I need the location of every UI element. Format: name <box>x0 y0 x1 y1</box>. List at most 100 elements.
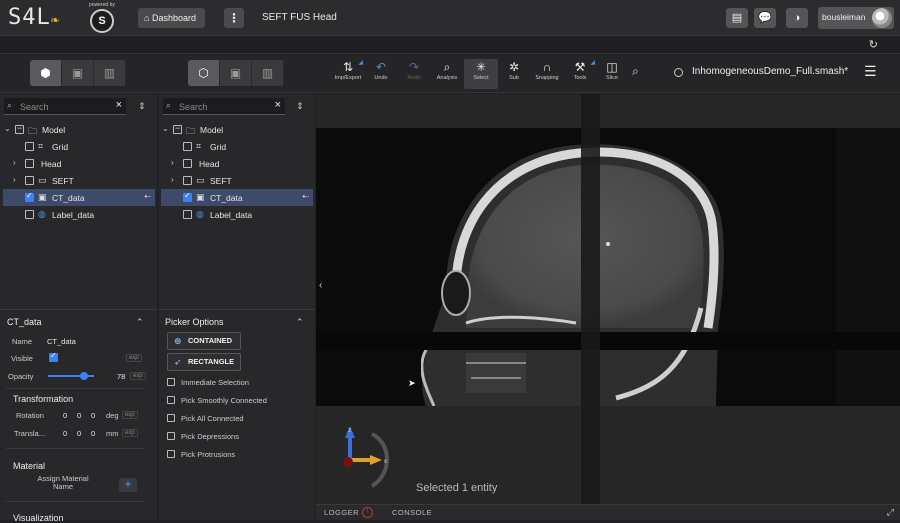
checkbox[interactable] <box>167 450 175 458</box>
checkbox[interactable] <box>183 191 192 202</box>
console-tab[interactable]: CONSOLE <box>392 508 432 517</box>
tree-search-input[interactable] <box>20 100 90 113</box>
checkbox[interactable] <box>183 159 192 168</box>
tool-imp-export[interactable]: ⇅ Imp/Export ◢ <box>331 59 365 89</box>
dashboard-button[interactable]: ⌂ Dashboard <box>138 8 205 28</box>
chevron-right-icon[interactable]: › <box>171 175 174 184</box>
tree-item-head[interactable]: › Head <box>0 155 150 172</box>
hamburger-menu-icon[interactable]: ☰ <box>864 63 877 80</box>
add-material-button[interactable]: + <box>119 478 137 492</box>
tree-item-label: Head <box>41 159 62 169</box>
checkbox[interactable] <box>183 142 192 151</box>
collapse-all-icon[interactable]: ⇕ <box>296 101 304 112</box>
tree-item-grid[interactable]: ⌗ Grid <box>159 138 309 155</box>
tool-slice[interactable]: ◫ Slice <box>595 59 629 89</box>
checkbox[interactable] <box>167 432 175 440</box>
visible-checkbox[interactable] <box>49 351 58 362</box>
rectangle-button[interactable]: ➶ RECTANGLE <box>167 353 241 371</box>
tool-tools[interactable]: ⚒ Tools ◢ <box>563 59 597 89</box>
opacity-slider-handle[interactable] <box>79 372 88 380</box>
clear-icon[interactable]: × <box>275 99 281 111</box>
exp-toggle[interactable]: exp <box>126 354 142 362</box>
ct-slice-image[interactable] <box>316 128 900 406</box>
chat-icon: 💬 <box>758 12 772 24</box>
tree-item-model[interactable]: ⌄ 🗀 Model <box>159 121 309 138</box>
checkbox[interactable] <box>183 210 192 219</box>
user-menu-button[interactable]: bousleiman <box>818 7 894 29</box>
document-button[interactable]: ▤ <box>726 8 748 28</box>
checkbox[interactable] <box>25 142 34 151</box>
tree-item-ct-data[interactable]: ▣ CT_data ⇠ <box>3 189 155 206</box>
pin-icon[interactable]: ⇠ <box>302 192 309 201</box>
contained-icon: ⊛ <box>174 336 182 346</box>
clear-icon[interactable]: × <box>116 99 122 111</box>
rotation-z[interactable]: 0 <box>91 411 95 420</box>
exp-toggle[interactable]: exp <box>122 429 138 437</box>
bar-chart-outline-icon[interactable]: ▥ <box>252 60 284 86</box>
3d-viewport[interactable]: ‹ ➤ z x Selected 1 entity <box>316 94 900 504</box>
translation-y[interactable]: 0 <box>77 429 81 438</box>
opacity-value[interactable]: 78 <box>117 372 125 381</box>
checkbox[interactable] <box>25 159 34 168</box>
checkbox[interactable] <box>167 396 175 404</box>
checkbox[interactable] <box>25 176 34 185</box>
exp-toggle[interactable]: exp <box>122 411 138 419</box>
checkbox[interactable] <box>25 191 34 202</box>
axis-orientation-gizmo[interactable]: z x <box>338 424 392 494</box>
toggle-button[interactable]: ◑ <box>786 8 808 28</box>
tree-item-label-data[interactable]: ◍ Label_data <box>159 206 309 223</box>
chat-button[interactable]: 💬 <box>754 8 776 28</box>
more-options-button[interactable]: ⋮ <box>224 8 244 28</box>
tool-undo[interactable]: ↶ Undo <box>364 59 398 89</box>
tree-item-label-data[interactable]: ◍ Label_data <box>0 206 150 223</box>
tool-redo[interactable]: ↷ Redo <box>397 59 431 89</box>
checkbox[interactable] <box>15 123 24 134</box>
cube-icon[interactable]: ⬢ <box>30 60 62 86</box>
tool-analysis[interactable]: ⌕ Analysis <box>430 59 464 89</box>
bar-chart-icon[interactable]: ▥ <box>94 60 126 86</box>
tree-item-grid[interactable]: ⌗ Grid <box>0 138 150 155</box>
chevron-right-icon[interactable]: › <box>171 158 174 167</box>
chevron-right-icon[interactable]: › <box>13 158 16 167</box>
checkbox[interactable] <box>167 378 175 386</box>
logger-tab[interactable]: LOGGER <box>324 508 359 517</box>
search-icon[interactable]: ⌕ <box>632 64 639 79</box>
vertical-slice-line[interactable] <box>581 94 600 504</box>
undo-icon: ↶ <box>375 60 387 74</box>
chevron-right-icon[interactable]: › <box>13 175 16 184</box>
tree-item-seft[interactable]: › ▭ SEFT <box>0 172 150 189</box>
chip-icon[interactable]: ▣ <box>62 60 94 86</box>
pin-icon[interactable]: ⇠ <box>144 192 151 201</box>
exp-toggle[interactable]: exp <box>130 372 146 380</box>
chevron-down-icon[interactable]: ⌄ <box>4 124 11 133</box>
tree-item-seft[interactable]: › ▭ SEFT <box>159 172 309 189</box>
tool-select[interactable]: ✳ Select <box>464 59 498 89</box>
s4l-logo[interactable]: S4L❧ <box>8 5 60 30</box>
tree-item-ct-data[interactable]: ▣ CT_data ⇠ <box>161 189 313 206</box>
rotation-x[interactable]: 0 <box>63 411 67 420</box>
chevron-up-icon[interactable]: ⌃ <box>136 317 144 328</box>
refresh-icon[interactable]: ↻ <box>869 38 878 51</box>
chevron-left-icon[interactable]: ‹ <box>319 280 322 291</box>
translation-z[interactable]: 0 <box>91 429 95 438</box>
tree-search-input[interactable] <box>179 100 249 113</box>
checkbox[interactable] <box>183 176 192 185</box>
chevron-up-icon[interactable]: ⌃ <box>296 317 304 328</box>
tree-item-head[interactable]: › Head <box>159 155 309 172</box>
checkbox[interactable] <box>173 123 182 134</box>
name-value[interactable]: CT_data <box>47 337 76 346</box>
tool-snapping[interactable]: ∩ Snapping <box>530 59 564 89</box>
tool-sub[interactable]: ✲ Sub <box>497 59 531 89</box>
contained-button[interactable]: ⊛ CONTAINED <box>167 332 241 350</box>
cube-outline-icon[interactable]: ⬡ <box>188 60 220 86</box>
tree-item-model[interactable]: ⌄ 🗀 Model <box>0 121 150 138</box>
collapse-all-icon[interactable]: ⇕ <box>138 101 146 112</box>
checkbox[interactable] <box>25 210 34 219</box>
translation-x[interactable]: 0 <box>63 429 67 438</box>
chevron-down-icon[interactable]: ⌄ <box>162 124 169 133</box>
checkbox[interactable] <box>167 414 175 422</box>
chip-outline-icon[interactable]: ▣ <box>220 60 252 86</box>
expand-icon[interactable]: ⤢ <box>887 507 894 518</box>
horizontal-slice-line[interactable] <box>316 332 900 350</box>
rotation-y[interactable]: 0 <box>77 411 81 420</box>
